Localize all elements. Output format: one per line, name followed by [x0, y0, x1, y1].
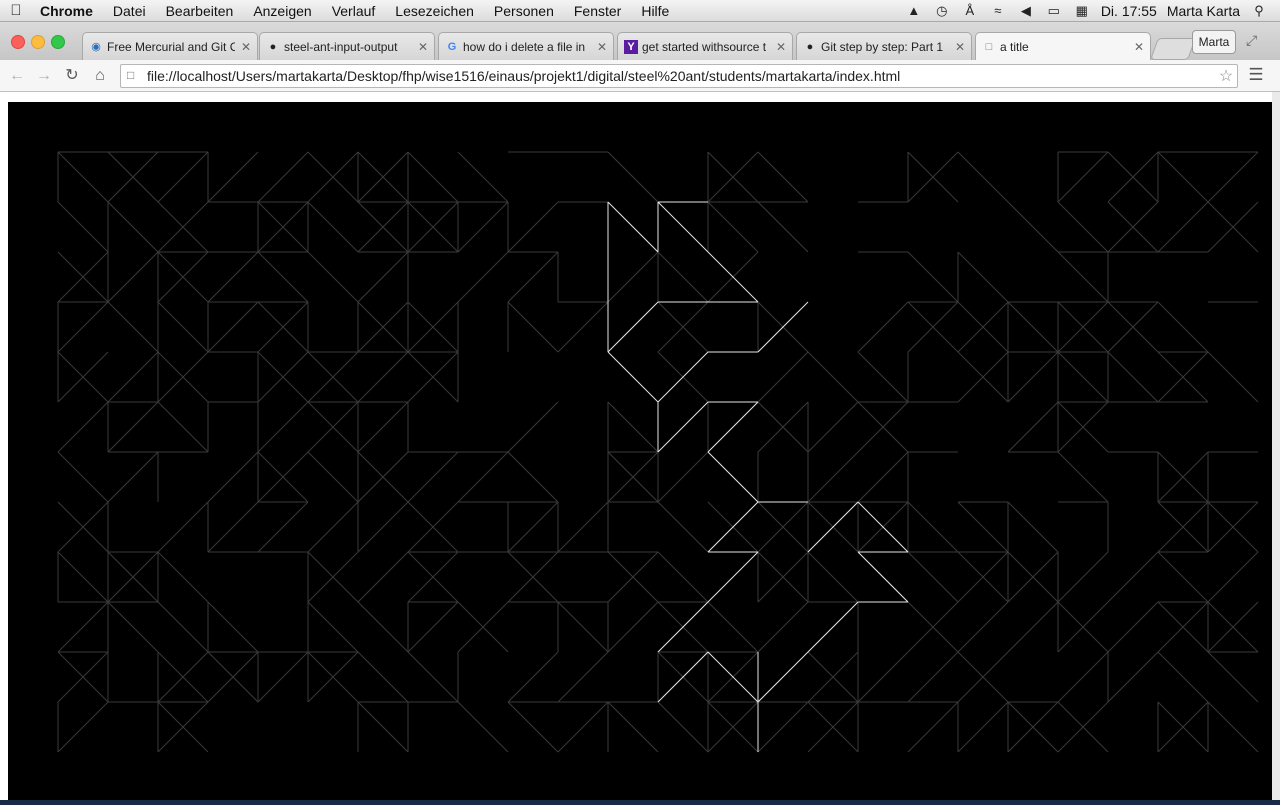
- bluetooth-icon[interactable]: Å: [961, 3, 979, 18]
- notification-icon[interactable]: ▲: [905, 3, 923, 18]
- menu-hilfe[interactable]: Hilfe: [631, 3, 679, 19]
- tab-close-icon[interactable]: ✕: [597, 40, 607, 54]
- page-icon: □: [985, 40, 993, 53]
- tab-title: steel-ant-input-output: [284, 39, 398, 54]
- tab-a-title[interactable]: □ a title ✕: [975, 32, 1151, 60]
- google-icon: G: [447, 40, 457, 53]
- tab-close-icon[interactable]: ✕: [1134, 40, 1144, 54]
- browser-toolbar: ← → ↻ ⌂ □ ☆ ☰: [0, 60, 1280, 92]
- sourcetree-icon: ◉: [91, 41, 101, 53]
- window-zoom-button[interactable]: [51, 35, 65, 49]
- volume-icon[interactable]: ◀: [1017, 3, 1035, 19]
- address-bar[interactable]: □ ☆: [120, 64, 1238, 88]
- bookmark-star-icon[interactable]: ☆: [1215, 66, 1237, 86]
- menu-bearbeiten[interactable]: Bearbeiten: [156, 3, 244, 19]
- tab-title: get started withsource t: [642, 39, 767, 54]
- home-button[interactable]: ⌂: [90, 66, 110, 86]
- tab-mercurial[interactable]: ◉ Free Mercurial and Git C ✕: [82, 32, 258, 60]
- window-minimize-button[interactable]: [31, 35, 45, 49]
- menu-app-name[interactable]: Chrome: [32, 3, 103, 19]
- fullscreen-icon[interactable]: ⤢: [1246, 32, 1257, 49]
- menu-datei[interactable]: Datei: [103, 3, 156, 19]
- window-close-button[interactable]: [11, 35, 25, 49]
- time-machine-icon[interactable]: ◷: [933, 3, 951, 19]
- ant-canvas: [8, 102, 1272, 800]
- tab-strip: ◉ Free Mercurial and Git C ✕ ● steel-ant…: [0, 22, 1280, 60]
- truchet-drawing: [57, 151, 1259, 753]
- profile-button[interactable]: Marta: [1192, 30, 1236, 54]
- github-icon: ●: [806, 40, 814, 53]
- tab-close-icon[interactable]: ✕: [418, 40, 428, 54]
- status-tray: ▲ ◷ Å ≈ ◀ ▭ ▦ Di. 17:55 Marta Karta ⚲: [905, 3, 1280, 19]
- forward-button[interactable]: →: [34, 66, 54, 86]
- page-content: [0, 92, 1272, 800]
- chrome-menu-icon[interactable]: ☰: [1246, 65, 1266, 85]
- reload-button[interactable]: ↻: [62, 66, 82, 86]
- tab-close-icon[interactable]: ✕: [955, 40, 965, 54]
- tab-title: Free Mercurial and Git C: [107, 39, 235, 54]
- tab-google-search[interactable]: G how do i delete a file in ✕: [438, 32, 614, 60]
- wifi-icon[interactable]: ≈: [989, 3, 1007, 18]
- tab-title: how do i delete a file in: [463, 39, 586, 54]
- url-input[interactable]: [147, 68, 1215, 84]
- github-icon: ●: [269, 40, 277, 53]
- tab-title: Git step by step: Part 1: [821, 39, 944, 54]
- spotlight-search-icon[interactable]: ⚲: [1250, 3, 1268, 19]
- yahoo-icon: Y: [624, 39, 638, 54]
- calendar-icon[interactable]: ▦: [1073, 3, 1091, 19]
- tab-yahoo[interactable]: Y get started withsource t ✕: [617, 32, 793, 60]
- back-button[interactable]: ←: [7, 66, 27, 86]
- menu-fenster[interactable]: Fenster: [564, 3, 631, 19]
- battery-icon[interactable]: ▭: [1045, 3, 1063, 19]
- clock[interactable]: Di. 17:55: [1101, 3, 1157, 19]
- menu-lesezeichen[interactable]: Lesezeichen: [385, 3, 484, 19]
- menu-verlauf[interactable]: Verlauf: [322, 3, 386, 19]
- page-icon: □: [127, 68, 135, 82]
- tab-title: a title: [1000, 39, 1029, 54]
- tab-close-icon[interactable]: ✕: [776, 40, 786, 54]
- scrollbar[interactable]: [1272, 92, 1280, 800]
- new-tab-button[interactable]: [1149, 38, 1197, 60]
- browser-window: ◉ Free Mercurial and Git C ✕ ● steel-ant…: [0, 22, 1280, 800]
- menu-anzeigen[interactable]: Anzeigen: [243, 3, 321, 19]
- tab-steel-ant[interactable]: ● steel-ant-input-output ✕: [259, 32, 435, 60]
- apple-icon[interactable]: : [0, 2, 32, 19]
- menu-personen[interactable]: Personen: [484, 3, 564, 19]
- menu-bar:  Chrome Datei Bearbeiten Anzeigen Verla…: [0, 0, 1280, 22]
- user-name[interactable]: Marta Karta: [1167, 3, 1240, 19]
- tab-git-step[interactable]: ● Git step by step: Part 1 ✕: [796, 32, 972, 60]
- tab-close-icon[interactable]: ✕: [241, 40, 251, 54]
